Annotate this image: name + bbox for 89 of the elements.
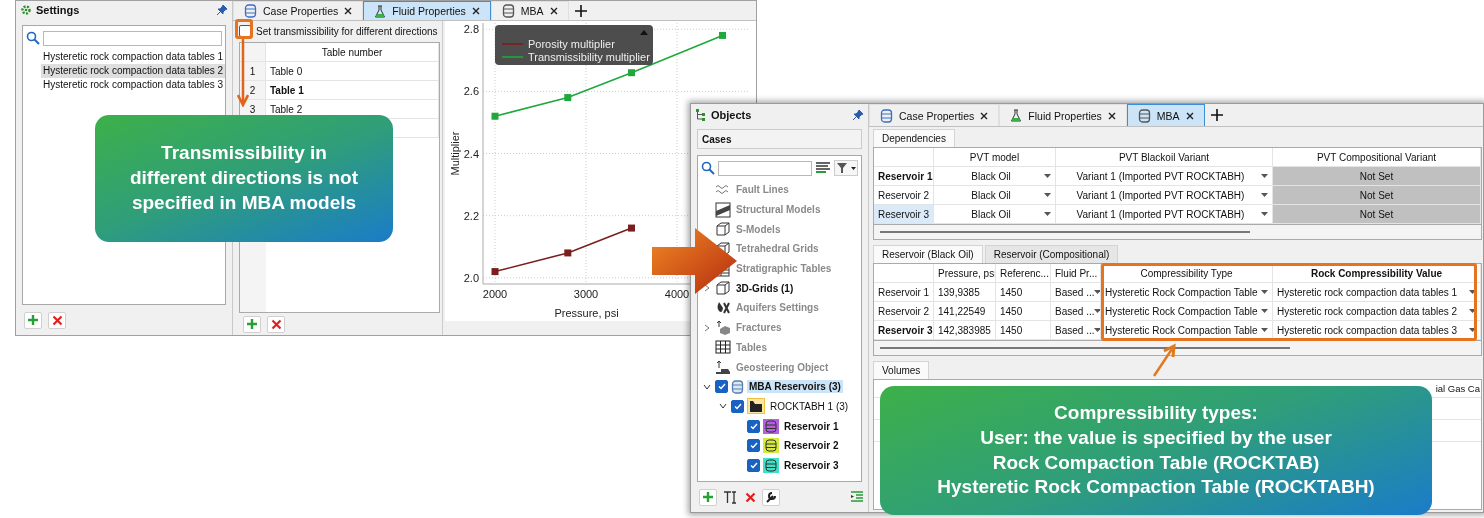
dropdown-cell[interactable]: Variant 1 (Imported PVT ROCKTABH) (1056, 205, 1273, 224)
column-header: Fluid Pr... (1051, 264, 1101, 283)
callout-text: Compressibility types: (1054, 401, 1258, 426)
tick-label: 2.4 (463, 147, 479, 160)
column-header: Rock Compressibility Value (1273, 264, 1481, 283)
table-cell: 1450 (996, 321, 1051, 340)
table-cell: 142,383985 (934, 321, 996, 340)
dropdown-cell[interactable]: Black Oil (934, 205, 1056, 224)
column-header: Compressibility Type (1101, 264, 1273, 283)
tab[interactable]: Reservoir (Compositional) (984, 245, 1119, 263)
tree-item[interactable]: ROCKTABH 1 (3) (768, 399, 851, 413)
table-cell: Table 1 (266, 81, 439, 100)
column-header: PVT Blackoil Variant (1056, 148, 1273, 167)
table-cell: 141,22549 (934, 302, 996, 321)
table-cell: Not Set (1273, 205, 1481, 224)
tree-item[interactable]: Reservoir 1 (782, 419, 841, 433)
list-item[interactable]: Hysteretic rock compaction data tables 3 (41, 78, 225, 92)
callout-text: User: the value is specified by the user (980, 425, 1332, 450)
column-header: PVT model (934, 148, 1056, 167)
table-cell: Table 0 (266, 62, 439, 81)
table-cell: 1450 (996, 283, 1051, 302)
dropdown-cell[interactable]: Hysteretic rock compaction data tables 2 (1273, 302, 1481, 321)
tick-label: 2.6 (463, 85, 479, 98)
tick-label: 2.8 (463, 23, 479, 36)
tree-item[interactable]: Tetrahedral Grids (734, 242, 821, 256)
axis-title: Multiplier (449, 131, 461, 176)
axis-title: Pressure, psi (554, 307, 619, 319)
callout-text: Rock Compaction Table (ROCKTAB) (992, 450, 1320, 475)
tick-label: 2000 (482, 288, 508, 300)
table-cell: Not Set (1273, 167, 1481, 186)
tab[interactable]: Case Properties (869, 104, 1000, 126)
row-header[interactable]: Reservoir 3 (874, 205, 934, 224)
row-header[interactable]: Reservoir 1 (874, 283, 934, 302)
dropdown-cell[interactable]: Black Oil (934, 186, 1056, 205)
dropdown-cell[interactable]: Based ... (1051, 283, 1101, 302)
dropdown-cell[interactable]: Hysteretic rock compaction data tables 3 (1273, 321, 1481, 340)
panel-title: Settings (36, 4, 81, 16)
checkbox-label[interactable]: Set transmissibility for different directions (256, 25, 438, 37)
tab[interactable]: Volumes (873, 361, 930, 379)
column-header: ial Gas Ca (1435, 382, 1481, 396)
tab[interactable]: Case Properties (233, 1, 364, 20)
tree-item[interactable]: Geosteering Object (734, 360, 831, 374)
column-header: Table number (266, 43, 439, 62)
row-number: 1 (240, 62, 266, 81)
tab[interactable]: Fluid Properties (999, 104, 1127, 126)
tick-label: 3000 (573, 288, 599, 300)
section-header[interactable]: Cases (697, 129, 862, 149)
row-header[interactable]: Reservoir 3 (874, 321, 934, 340)
dropdown-cell[interactable]: Based ... (1051, 302, 1101, 321)
column-header: Referenc... (996, 264, 1051, 283)
tree-item[interactable]: 3D-Grids (1) (734, 281, 796, 295)
dropdown-cell[interactable]: Based ... (1051, 321, 1101, 340)
tree-item[interactable]: Reservoir 3 (782, 458, 841, 472)
legend-label: Transmissibility multiplier (528, 51, 651, 63)
table-cell: 1450 (996, 302, 1051, 321)
dropdown-cell[interactable]: Hysteretic rock compaction data tables 1 (1273, 283, 1481, 302)
tab[interactable]: Reservoir (Black Oil) (873, 245, 983, 263)
table-cell: Not Set (1273, 186, 1481, 205)
tree-item[interactable]: MBA Reservoirs (3) (747, 380, 843, 394)
dropdown-cell[interactable]: Variant 1 (Imported PVT ROCKTABH) (1056, 186, 1273, 205)
tree-item[interactable]: S-Models (734, 222, 783, 236)
dropdown-cell[interactable]: Hysteretic Rock Compaction Table (1101, 302, 1273, 321)
column-header: Pressure, psi (934, 264, 996, 283)
row-header[interactable]: Reservoir 2 (874, 186, 934, 205)
tab[interactable]: MBA (490, 1, 569, 20)
dropdown-cell[interactable]: Black Oil (934, 167, 1056, 186)
list-item[interactable]: Hysteretic rock compaction data tables 2 (41, 64, 225, 78)
callout-text: Transmissibility in different directions is not specified in MBA models (129, 141, 359, 215)
tick-label: 2.2 (463, 209, 479, 222)
tab[interactable]: Dependencies (873, 129, 955, 147)
dropdown-cell[interactable]: Hysteretic Rock Compaction Table (1101, 321, 1273, 340)
tab[interactable]: MBA (1126, 104, 1205, 126)
tree-item[interactable]: Stratigraphic Tables (734, 262, 834, 276)
table-cell: 139,9385 (934, 283, 996, 302)
tree-item[interactable]: Fault Lines (734, 183, 791, 197)
row-number: 2 (240, 81, 266, 100)
tick-label: 2.0 (463, 271, 479, 284)
list-item[interactable]: Hysteretic rock compaction data tables 1 (41, 50, 225, 64)
tree-item[interactable]: Structural Models (734, 203, 823, 217)
panel-title: Objects (711, 109, 753, 121)
tick-label: 4000 (664, 288, 690, 300)
dropdown-cell[interactable]: Variant 1 (Imported PVT ROCKTABH) (1056, 167, 1273, 186)
callout-text: Hysteretic Rock Compaction Table (ROCKTABH) (937, 475, 1375, 500)
tree-item[interactable]: Reservoir 2 (782, 439, 841, 453)
row-header[interactable]: Reservoir 1 (874, 167, 934, 186)
row-header[interactable]: Reservoir 2 (874, 302, 934, 321)
tab[interactable]: Fluid Properties (363, 1, 491, 20)
legend-label: Porosity multiplier (528, 38, 616, 50)
dropdown-cell[interactable]: Hysteretic Rock Compaction Table (1101, 283, 1273, 302)
